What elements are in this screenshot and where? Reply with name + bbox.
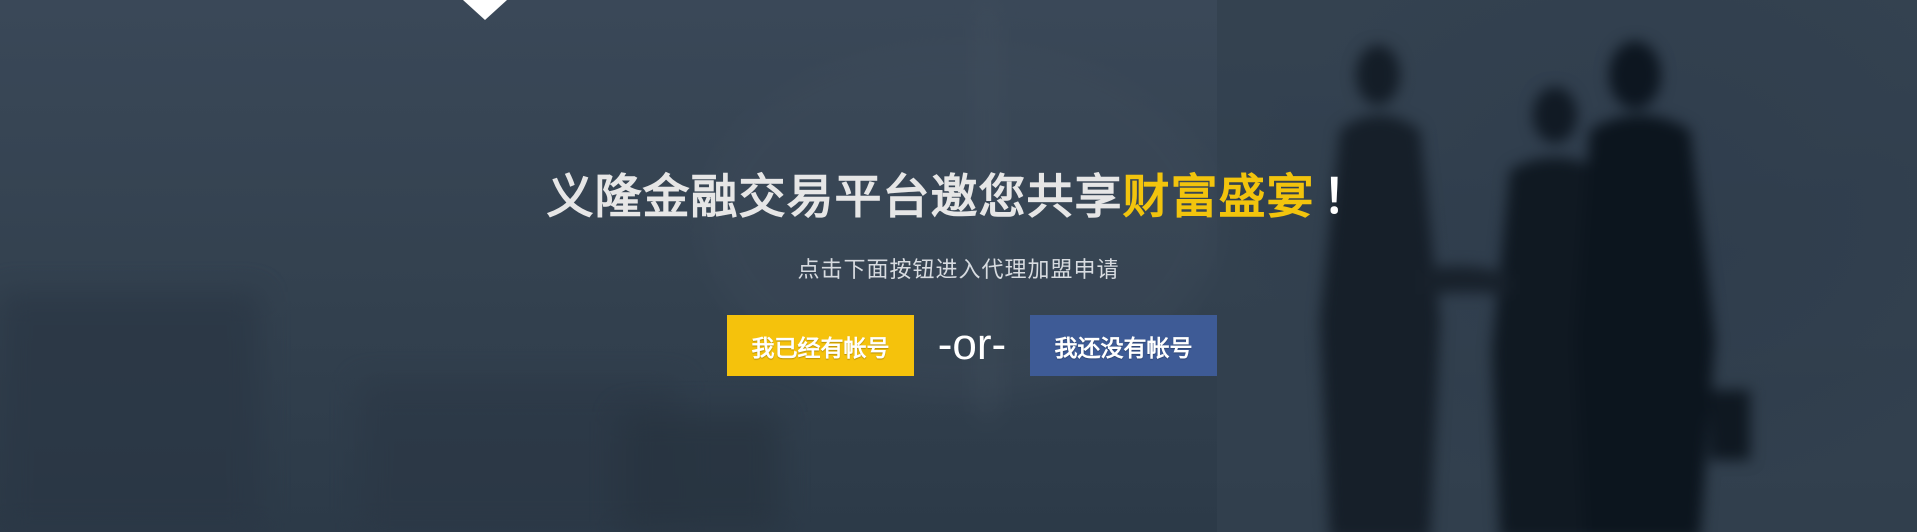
headline-exclamation: ！ [1322, 170, 1371, 225]
headline-main-text: 义隆金融交易平台邀您共享 [546, 170, 1123, 225]
banner-headline: 义隆金融交易平台邀您共享财富盛宴！ [0, 158, 1917, 227]
or-separator: -or- [937, 320, 1007, 369]
headline-accent-text: 财富盛宴 [1122, 170, 1315, 225]
new-account-button[interactable]: 我还没有帐号 [1030, 315, 1217, 376]
banner-subtitle: 点击下面按钮进入代理加盟申请 [797, 258, 1120, 283]
banner-content: 义隆金融交易平台邀您共享财富盛宴！ 点击下面按钮进入代理加盟申请 我已经有帐号 … [0, 0, 1917, 532]
existing-account-button[interactable]: 我已经有帐号 [727, 315, 914, 376]
hero-banner: 义隆金融交易平台邀您共享财富盛宴！ 点击下面按钮进入代理加盟申请 我已经有帐号 … [0, 0, 1917, 532]
